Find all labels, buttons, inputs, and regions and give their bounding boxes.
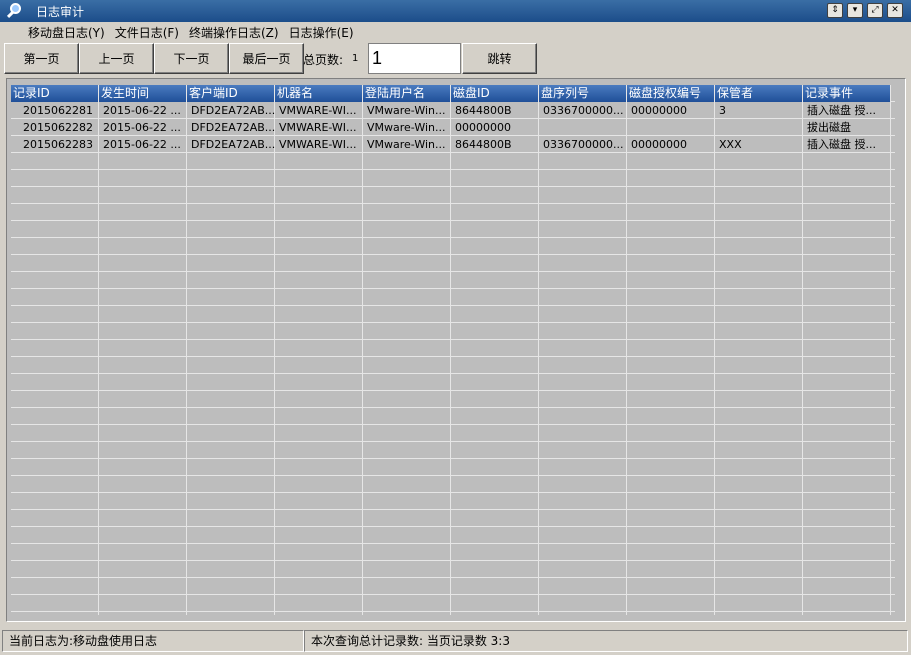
toolbar: 第一页 上一页 下一页 最后一页 总页数: 1 跳转 — [0, 42, 911, 76]
table-cell: 8644800B — [455, 104, 512, 117]
goto-button[interactable]: 跳转 — [462, 43, 537, 74]
table-cell: 插入磁盘 授... — [807, 138, 876, 151]
table-cell: 2015-06-22 ... — [103, 104, 181, 117]
table-cell: 2015-06-22 ... — [103, 138, 181, 151]
menu-log-operation[interactable]: 日志操作(E) — [289, 24, 354, 41]
table-row[interactable]: 2015062281 2015-06-22 ... DFD2EA72AB... VMW… — [11, 102, 891, 119]
table-cell: 00000000 — [455, 121, 511, 134]
table-cell: VMWARE-WI... — [279, 138, 357, 151]
maximize-icon[interactable]: ⤢ — [867, 3, 883, 18]
table-cell: 2015062281 — [23, 104, 93, 117]
table-row[interactable]: 2015062282 2015-06-22 ... DFD2EA72AB... VMW… — [11, 119, 891, 136]
table-cell: VMware-Win... — [367, 104, 446, 117]
column-header[interactable]: 磁盘授权编号 — [627, 85, 715, 102]
table-cell: 0336700000... — [543, 104, 624, 117]
table-cell: VMware-Win... — [367, 138, 446, 151]
column-header[interactable]: 发生时间 — [99, 85, 187, 102]
table-cell: DFD2EA72AB... — [191, 121, 275, 134]
table-cell: VMware-Win... — [367, 121, 446, 134]
table-cell: DFD2EA72AB... — [191, 138, 275, 151]
title-bar: 日志审计 ⇕ ▾ ⤢ ✕ — [0, 0, 911, 22]
table-row[interactable]: 2015062283 2015-06-22 ... DFD2EA72AB... VMW… — [11, 136, 891, 153]
table-cell — [627, 119, 715, 136]
column-header[interactable]: 记录ID — [11, 85, 99, 102]
grid-background — [11, 85, 895, 615]
table-cell: 00000000 — [631, 104, 687, 117]
status-record-count: 本次查询总计记录数: 当页记录数 3:3 — [304, 630, 908, 652]
close-icon[interactable]: ✕ — [887, 3, 903, 18]
column-header[interactable]: 机器名 — [275, 85, 363, 102]
first-page-button[interactable]: 第一页 — [4, 43, 79, 74]
column-header[interactable]: 登陆用户名 — [363, 85, 451, 102]
table-cell: 00000000 — [631, 138, 687, 151]
table-cell: 2015062283 — [23, 138, 93, 151]
table-cell: 2015-06-22 ... — [103, 121, 181, 134]
menu-file-log[interactable]: 文件日志(F) — [115, 24, 179, 41]
prev-page-button[interactable]: 上一页 — [79, 43, 154, 74]
total-pages-value: 1 — [352, 53, 359, 64]
restore-icon[interactable]: ⇕ — [827, 3, 843, 18]
column-header[interactable]: 客户端ID — [187, 85, 275, 102]
table-cell: 8644800B — [455, 138, 512, 151]
table-cell: VMWARE-WI... — [279, 121, 357, 134]
menu-usb-log[interactable]: 移动盘日志(Y) — [28, 24, 105, 41]
grid-header: 记录ID 发生时间 客户端ID 机器名 登陆用户名 磁盘ID 盘序列号 磁盘授权编号 保管者 记录… — [11, 85, 891, 102]
magnifier-icon — [6, 2, 24, 20]
vertical-scrollbar[interactable] — [899, 85, 905, 615]
table-cell: 0336700000... — [543, 138, 624, 151]
table-cell: 插入磁盘 授... — [807, 104, 876, 117]
window-title: 日志审计 — [36, 4, 85, 19]
table-cell: XXX — [719, 138, 742, 151]
next-page-button[interactable]: 下一页 — [154, 43, 229, 74]
column-header[interactable]: 记录事件 — [803, 85, 891, 102]
status-current-log: 当前日志为:移动盘使用日志 — [2, 630, 304, 652]
column-header[interactable]: 保管者 — [715, 85, 803, 102]
table-cell: 2015062282 — [23, 121, 93, 134]
table-cell: 3 — [719, 104, 726, 117]
page-number-input[interactable] — [368, 43, 461, 74]
status-bar: 当前日志为:移动盘使用日志 本次查询总计记录数: 当页记录数 3:3 — [0, 628, 911, 655]
column-header[interactable]: 磁盘ID — [451, 85, 539, 102]
table-cell: DFD2EA72AB... — [191, 104, 275, 117]
last-page-button[interactable]: 最后一页 — [229, 43, 304, 74]
menu-bar: 移动盘日志(Y) 文件日志(F) 终端操作日志(Z) 日志操作(E) — [0, 22, 911, 42]
column-header[interactable]: 盘序列号 — [539, 85, 627, 102]
menu-terminal-log[interactable]: 终端操作日志(Z) — [189, 24, 279, 41]
total-pages-label: 总页数: — [303, 53, 344, 67]
table-cell: VMWARE-WI... — [279, 104, 357, 117]
table-cell — [715, 119, 803, 136]
log-grid[interactable]: 记录ID 发生时间 客户端ID 机器名 登陆用户名 磁盘ID 盘序列号 磁盘授权编号 保管者 记录… — [6, 78, 906, 622]
table-cell: 拔出磁盘 — [807, 121, 851, 134]
table-cell — [539, 119, 627, 136]
minimize-icon[interactable]: ▾ — [847, 3, 863, 18]
